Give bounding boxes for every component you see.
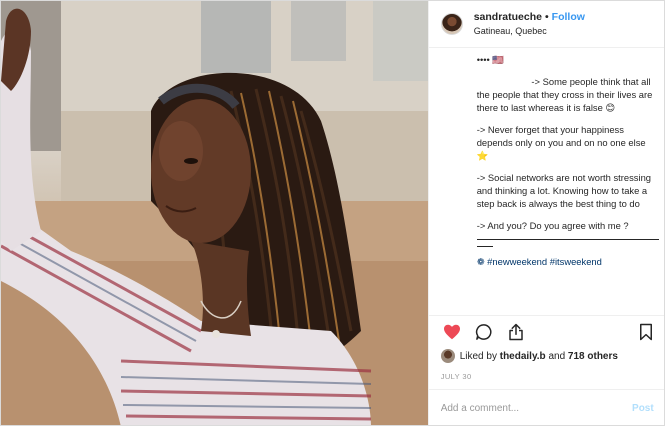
comment-icon bbox=[475, 324, 492, 340]
caption-divider-short bbox=[476, 246, 493, 247]
comment-button[interactable] bbox=[473, 321, 495, 343]
comment-bar: Post bbox=[428, 389, 664, 425]
post-caption: •••• 🇺🇸 -> Some people think that all th… bbox=[476, 53, 659, 268]
post-photo[interactable] bbox=[1, 1, 428, 425]
hashtag-link[interactable]: #itsweekend bbox=[550, 256, 602, 267]
likes-summary: Liked by thedaily.b and 718 others bbox=[440, 349, 618, 363]
location-link[interactable]: Gatineau, Quebec bbox=[474, 24, 585, 38]
caption-divider bbox=[476, 239, 659, 240]
hashtag-prefix-icon: ❁ bbox=[476, 256, 485, 267]
post-photo-illustration bbox=[1, 1, 428, 425]
hashtag-line: ❁ #newweekend #itsweekend bbox=[477, 255, 659, 268]
share-icon bbox=[508, 323, 523, 341]
header-top-line: sandratueche • Follow bbox=[474, 10, 585, 24]
post-side-panel: sandratueche • Follow Gatineau, Quebec •••… bbox=[427, 1, 664, 425]
liker-username[interactable]: thedaily.b bbox=[500, 351, 546, 362]
comment-input[interactable] bbox=[440, 403, 633, 414]
instagram-post: sandratueche • Follow Gatineau, Quebec •••… bbox=[0, 0, 665, 426]
post-header: sandratueche • Follow Gatineau, Quebec bbox=[428, 1, 664, 48]
save-button[interactable] bbox=[635, 321, 657, 343]
heart-filled-icon bbox=[443, 324, 460, 340]
hashtag-link[interactable]: #newweekend bbox=[487, 256, 547, 267]
header-text: sandratueche • Follow Gatineau, Quebec bbox=[474, 10, 585, 38]
follow-button[interactable]: Follow bbox=[552, 11, 585, 23]
action-bar bbox=[441, 321, 657, 343]
caption-paragraph: -> Some people think that all the people… bbox=[476, 76, 655, 113]
caption-paragraph: -> Social networks are not worth stressi… bbox=[476, 172, 654, 209]
user-avatar[interactable] bbox=[440, 13, 463, 35]
bookmark-icon bbox=[639, 323, 652, 341]
likes-prefix: Liked by bbox=[459, 350, 497, 362]
share-button[interactable] bbox=[505, 321, 527, 343]
post-date[interactable]: JULY 30 bbox=[441, 372, 472, 381]
like-button[interactable] bbox=[441, 321, 463, 343]
header-separator: • bbox=[544, 11, 549, 23]
caption-paragraph: -> Never forget that your happiness depe… bbox=[476, 124, 649, 161]
liker-avatar[interactable] bbox=[440, 349, 455, 363]
caption-paragraph: -> And you? Do you agree with me ? bbox=[476, 220, 629, 231]
username-link[interactable]: sandratueche bbox=[474, 11, 542, 23]
post-comment-button[interactable]: Post bbox=[632, 403, 654, 414]
actions-divider bbox=[428, 315, 664, 316]
caption-opener: •••• 🇺🇸 bbox=[476, 54, 505, 65]
likes-middle: and bbox=[548, 350, 566, 362]
likes-count-link[interactable]: 718 others bbox=[568, 351, 618, 362]
